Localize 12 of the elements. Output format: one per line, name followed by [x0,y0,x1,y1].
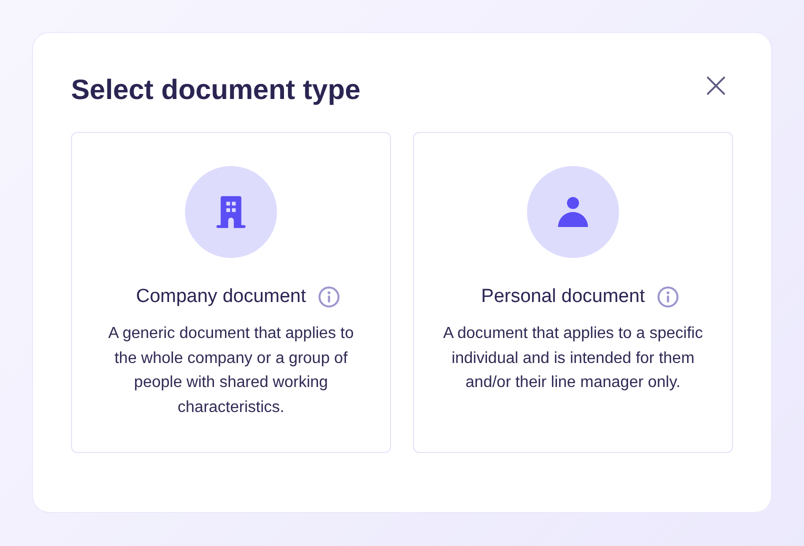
dialog-title: Select document type [71,73,360,107]
option-description: A document that applies to a specific individual and is intended for them and/or their line manager only. [442,324,704,393]
option-card[interactable]: Personal document A document that applies to a specific individual and is intended for them and/or their line manager only. [413,132,733,453]
building-icon [216,196,246,228]
option-title: Company document [136,285,306,309]
info-icon[interactable] [656,286,679,308]
option-card[interactable]: Company document A generic document that applies to the whole company or a group of people with shared working characteristics. [71,132,391,453]
option-title: Personal document [481,285,645,309]
person-icon [558,197,588,227]
close-button[interactable]: × [696,71,735,101]
info-icon[interactable] [318,286,340,308]
option-description: A generic document that applies to the whole company or a group of people with shared working characteristics. [107,324,355,418]
